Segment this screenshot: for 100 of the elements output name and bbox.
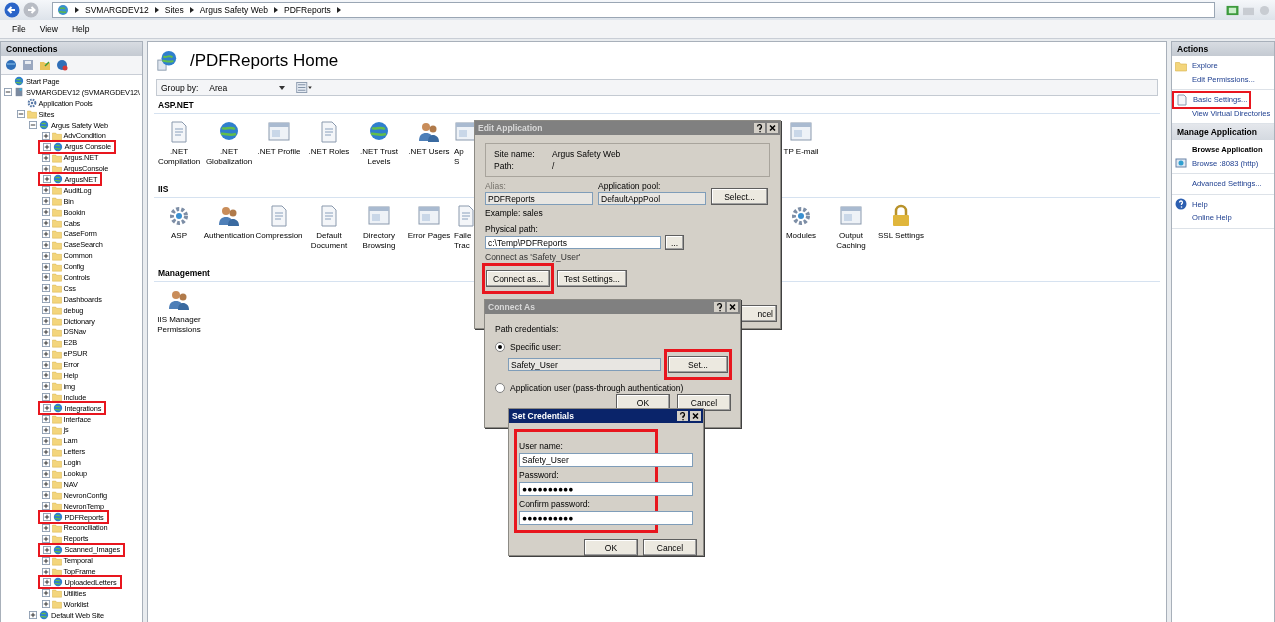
breadcrumb-item[interactable]: Sites — [164, 5, 184, 15]
expand-icon[interactable] — [41, 338, 50, 347]
input-field[interactable]: ●●●●●●●●●● — [519, 511, 693, 525]
expand-icon[interactable] — [41, 153, 50, 162]
expand-icon[interactable] — [41, 415, 50, 424]
expand-icon[interactable] — [41, 349, 50, 358]
expand-icon[interactable] — [41, 208, 50, 217]
dialog-button[interactable]: Cancel — [643, 539, 697, 556]
expand-icon[interactable] — [41, 469, 50, 478]
expand-icon[interactable] — [42, 142, 51, 151]
feature-label[interactable]: .NET Globalization — [205, 147, 253, 166]
feature-label[interactable]: IIS Manager Permissions — [157, 315, 201, 334]
feature-label[interactable]: Faile Trac — [454, 231, 472, 250]
globe-icon[interactable] — [5, 59, 17, 71]
feature-label[interactable]: Authentication — [203, 231, 255, 241]
menu-item[interactable]: Help — [72, 24, 90, 34]
expand-icon[interactable] — [41, 523, 50, 532]
menu-item[interactable]: File — [12, 24, 26, 34]
breadcrumb-item[interactable]: SVMARGDEV12 — [85, 5, 149, 15]
expand-icon[interactable] — [41, 502, 50, 511]
set-button[interactable]: Set... — [668, 356, 728, 373]
expand-icon[interactable] — [41, 447, 50, 456]
expand-icon[interactable] — [41, 295, 50, 304]
feature-label[interactable]: Modules — [785, 231, 817, 241]
expand-icon[interactable] — [42, 175, 51, 184]
expand-icon[interactable] — [41, 436, 50, 445]
feature-label[interactable]: .NET Trust Levels — [359, 147, 399, 166]
feature-label[interactable]: .NET Roles — [308, 147, 350, 157]
expand-icon[interactable] — [41, 491, 50, 500]
feature-label[interactable]: .NET Users — [408, 147, 450, 157]
address-field[interactable]: SVMARGDEV12 Sites Argus Safety Web PDFReports — [52, 2, 1215, 18]
expand-icon[interactable] — [41, 186, 50, 195]
feature-label[interactable]: Ap S — [454, 147, 464, 166]
collapse-icon[interactable] — [4, 88, 12, 97]
close-button[interactable] — [690, 411, 701, 421]
help-button[interactable] — [714, 302, 725, 312]
connect-as-button[interactable]: Connect as... — [486, 270, 551, 287]
feature-label[interactable]: Directory Browsing — [362, 231, 396, 250]
people-icon[interactable] — [417, 120, 441, 144]
expand-icon[interactable] — [41, 458, 50, 467]
expand-icon[interactable] — [41, 306, 50, 315]
expand-icon[interactable] — [42, 513, 51, 522]
expand-icon[interactable] — [41, 425, 50, 434]
app-pool-field[interactable]: DefaultAppPool — [598, 192, 706, 205]
expand-icon[interactable] — [41, 534, 50, 543]
collapse-icon[interactable] — [16, 110, 25, 119]
feature-label[interactable]: SSL Settings — [878, 231, 924, 241]
expand-icon[interactable] — [41, 219, 50, 227]
breadcrumb-item[interactable]: PDFReports — [284, 5, 331, 15]
close-button[interactable] — [727, 302, 738, 312]
input-field[interactable]: Safety_User — [519, 453, 693, 467]
expand-icon[interactable] — [41, 600, 50, 609]
radio-button[interactable] — [495, 342, 505, 352]
expand-icon[interactable] — [41, 393, 50, 402]
expand-icon[interactable] — [42, 545, 51, 554]
radio-label[interactable]: Specific user: — [510, 342, 562, 352]
collapse-icon[interactable] — [29, 121, 37, 129]
user-field[interactable]: Safety_User — [508, 358, 661, 371]
expand-icon[interactable] — [29, 611, 37, 620]
expand-icon[interactable] — [41, 317, 50, 326]
help-button[interactable] — [754, 123, 765, 133]
back-button[interactable] — [4, 2, 20, 18]
expand-icon[interactable] — [41, 131, 50, 140]
feature-label[interactable]: ASP — [171, 231, 187, 241]
feature-label[interactable]: Output Caching — [836, 231, 866, 250]
select-button[interactable]: Select... — [711, 188, 768, 205]
feature-label[interactable]: Default Document — [310, 231, 348, 250]
gear-icon[interactable] — [789, 204, 813, 228]
expand-icon[interactable] — [42, 578, 51, 587]
view-icon[interactable] — [296, 82, 314, 93]
help-button[interactable] — [677, 411, 688, 421]
expand-icon[interactable] — [41, 327, 50, 336]
toolbar-icon[interactable] — [1226, 4, 1239, 16]
feature-label[interactable]: .NET Profile — [257, 147, 301, 157]
expand-icon[interactable] — [41, 240, 50, 249]
alias-field[interactable]: PDFReports — [485, 192, 593, 205]
feature-label[interactable]: .NET Compilation — [157, 147, 201, 166]
expand-icon[interactable] — [41, 197, 50, 206]
expand-icon[interactable] — [41, 164, 50, 173]
radio-label[interactable]: Application user (pass-through authentication) — [510, 383, 684, 393]
expand-icon[interactable] — [41, 229, 50, 238]
expand-icon[interactable] — [41, 480, 50, 489]
radio-button[interactable] — [495, 383, 505, 393]
expand-icon[interactable] — [41, 251, 50, 260]
expand-icon[interactable] — [41, 371, 50, 380]
gear-icon[interactable] — [167, 204, 191, 228]
group-by-dropdown[interactable]: Area — [206, 82, 289, 93]
expand-icon[interactable] — [41, 284, 50, 293]
feature-label[interactable]: Error Pages — [407, 231, 451, 241]
physical-path-field[interactable]: c:\Temp\PDFReports — [485, 236, 661, 249]
expand-icon[interactable] — [41, 567, 50, 576]
globe-icon[interactable] — [56, 59, 68, 71]
expand-icon[interactable] — [41, 360, 50, 369]
feature-label[interactable]: TP E-mail — [783, 147, 819, 157]
menu-item[interactable]: View — [39, 24, 58, 34]
breadcrumb-item[interactable]: Argus Safety Web — [199, 5, 269, 15]
feature-label[interactable]: Compression — [255, 231, 303, 241]
close-button[interactable] — [767, 123, 778, 133]
input-field[interactable]: ●●●●●●●●●● — [519, 482, 693, 496]
dialog-button[interactable]: OK — [584, 539, 638, 556]
